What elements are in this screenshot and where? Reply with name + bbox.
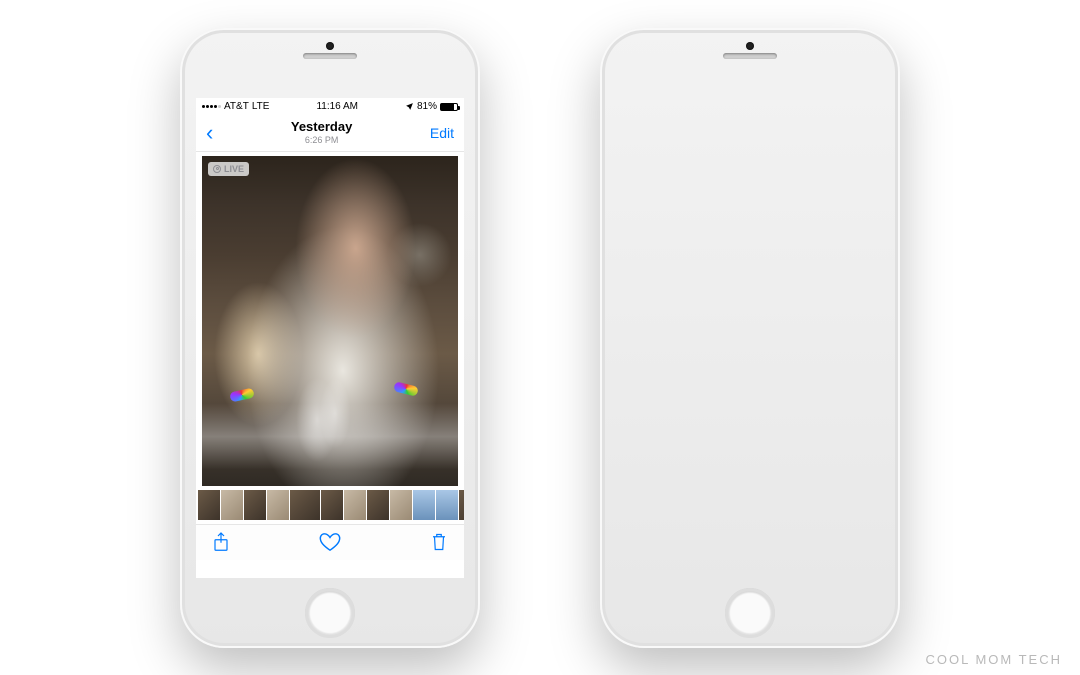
photo-content bbox=[202, 156, 458, 486]
screen-photos-app: AT&T LTE 11:16 AM 81% ‹ Yesterday 6:26 P… bbox=[196, 98, 464, 578]
phone-left: AT&T LTE 11:16 AM 81% ‹ Yesterday 6:26 P… bbox=[180, 28, 480, 648]
thumbnail[interactable] bbox=[413, 490, 435, 520]
thumbnail[interactable] bbox=[198, 490, 220, 520]
trash-button[interactable] bbox=[430, 532, 448, 552]
favorite-button[interactable] bbox=[319, 532, 341, 552]
signal-strength-icon bbox=[202, 105, 221, 108]
thumbnail[interactable] bbox=[367, 490, 389, 520]
phone-camera-dot bbox=[326, 42, 334, 50]
thumbnail-selected[interactable] bbox=[290, 490, 320, 520]
network-label: LTE bbox=[252, 101, 270, 112]
bottom-toolbar bbox=[196, 524, 464, 560]
thumbnail[interactable] bbox=[267, 490, 289, 520]
nav-subtitle: 6:26 PM bbox=[291, 135, 352, 145]
status-bar: AT&T LTE 11:16 AM 81% bbox=[196, 98, 464, 116]
carrier-label: AT&T bbox=[224, 101, 249, 112]
live-photo-badge: LIVE bbox=[208, 162, 249, 176]
thumbnail[interactable] bbox=[344, 490, 366, 520]
photo-viewer[interactable]: LIVE bbox=[202, 156, 458, 486]
nav-title: Yesterday 6:26 PM bbox=[291, 120, 352, 145]
battery-pct: 81% bbox=[417, 101, 437, 112]
home-button[interactable] bbox=[725, 588, 775, 638]
phone-speaker bbox=[303, 53, 357, 59]
status-time: 11:16 AM bbox=[316, 101, 358, 112]
live-label: LIVE bbox=[224, 164, 244, 174]
thumbnail[interactable] bbox=[436, 490, 458, 520]
thumbnail[interactable] bbox=[459, 490, 464, 520]
location-services-icon bbox=[405, 102, 414, 111]
live-icon bbox=[213, 165, 221, 173]
nav-title-text: Yesterday bbox=[291, 120, 352, 135]
thumbnail[interactable] bbox=[221, 490, 243, 520]
battery-icon bbox=[440, 103, 458, 111]
thumbnail[interactable] bbox=[390, 490, 412, 520]
phone-camera-dot bbox=[746, 42, 754, 50]
share-button[interactable] bbox=[212, 531, 230, 553]
nav-bar: ‹ Yesterday 6:26 PM Edit bbox=[196, 116, 464, 152]
back-button[interactable]: ‹ bbox=[206, 122, 213, 144]
phone-right: × Aa BOOMERANG bbox=[600, 28, 900, 648]
thumbnail[interactable] bbox=[244, 490, 266, 520]
edit-button[interactable]: Edit bbox=[430, 125, 454, 141]
phone-speaker bbox=[723, 53, 777, 59]
thumbnail-strip[interactable] bbox=[196, 486, 464, 524]
home-button[interactable] bbox=[305, 588, 355, 638]
thumbnail[interactable] bbox=[321, 490, 343, 520]
watermark: COOL MOM TECH bbox=[925, 652, 1062, 667]
